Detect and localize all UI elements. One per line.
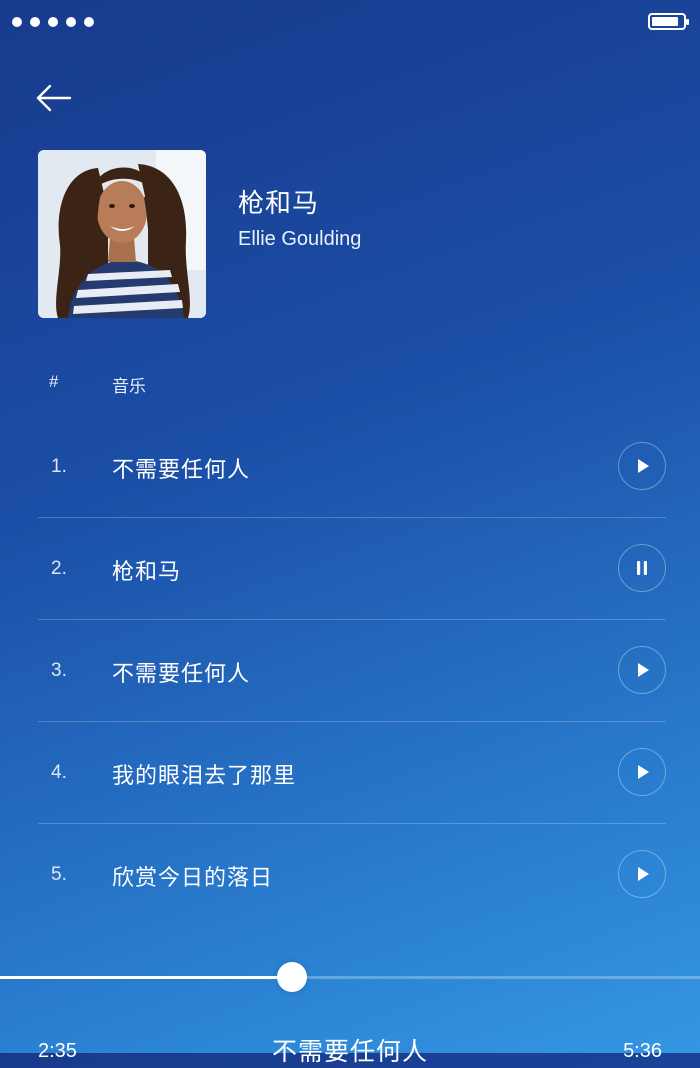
play-button[interactable] xyxy=(618,850,666,898)
artist-photo xyxy=(38,150,206,318)
progress-fill xyxy=(0,976,292,979)
track-number: 2. xyxy=(51,558,67,579)
now-playing-title: 不需要任何人 xyxy=(271,1038,428,1066)
play-icon xyxy=(638,663,649,677)
play-button[interactable] xyxy=(618,748,666,796)
pause-button[interactable] xyxy=(618,544,666,592)
artist-name: Ellie Goulding xyxy=(238,228,362,250)
track-number: 5. xyxy=(51,864,67,885)
track-title: 不需要任何人 xyxy=(112,457,251,482)
track-title: 不需要任何人 xyxy=(112,661,251,686)
track-row[interactable]: 2. 枪和马 xyxy=(38,518,666,620)
signal-strength-icon xyxy=(12,17,94,27)
play-icon xyxy=(638,867,649,881)
play-button[interactable] xyxy=(618,442,666,490)
play-icon xyxy=(638,765,649,779)
total-time: 5:36 xyxy=(623,1040,662,1062)
progress-bar[interactable] xyxy=(0,962,700,992)
track-title: 欣赏今日的落日 xyxy=(112,865,274,890)
progress-handle[interactable] xyxy=(276,962,307,992)
track-row[interactable]: 5. 欣赏今日的落日 xyxy=(38,824,666,926)
play-button[interactable] xyxy=(618,646,666,694)
track-number: 1. xyxy=(51,456,67,477)
battery-icon xyxy=(648,13,689,30)
arrow-left-icon xyxy=(36,84,72,112)
battery-level xyxy=(652,17,678,26)
play-icon xyxy=(638,459,649,473)
track-title: 我的眼泪去了那里 xyxy=(112,763,297,788)
album-title: 枪和马 xyxy=(238,188,320,218)
track-number: 4. xyxy=(51,762,67,783)
track-row[interactable]: 1. 不需要任何人 xyxy=(38,416,666,518)
track-number: 3. xyxy=(51,660,67,681)
column-title-label: 音乐 xyxy=(112,377,146,396)
track-title: 枪和马 xyxy=(112,559,182,584)
track-row[interactable]: 3. 不需要任何人 xyxy=(38,620,666,722)
track-list: 1. 不需要任何人 2. 枪和马 3. 不需要任何人 4. 我的眼泪去了那里 5… xyxy=(38,416,666,926)
album-cover xyxy=(38,150,206,318)
track-list-header: # 音乐 xyxy=(0,368,700,398)
back-button[interactable] xyxy=(34,82,74,114)
status-bar xyxy=(0,0,700,46)
column-number-label: # xyxy=(49,372,59,391)
pause-icon xyxy=(637,561,647,575)
track-row[interactable]: 4. 我的眼泪去了那里 xyxy=(38,722,666,824)
